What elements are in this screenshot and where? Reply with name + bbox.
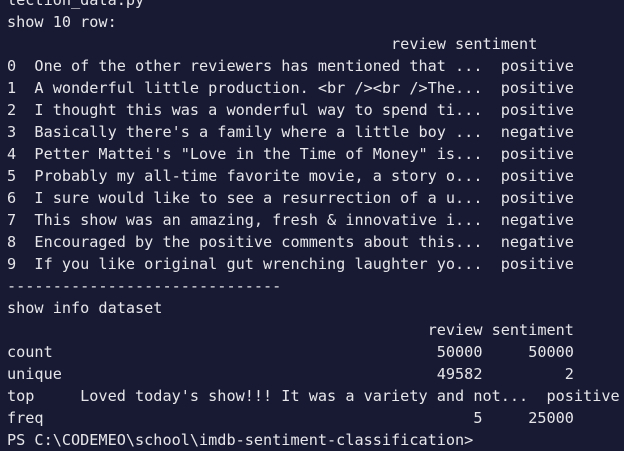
info-row-top: top Loved today's show!!! It was a varie… <box>7 387 620 405</box>
table-row: 9 If you like original gut wrenching lau… <box>7 255 574 273</box>
show-rows-heading: show 10 row: <box>7 13 117 31</box>
table-row: 7 This show was an amazing, fresh & inno… <box>7 211 574 229</box>
info-row-count: count 50000 50000 <box>7 343 574 361</box>
separator-line: ------------------------------ <box>7 277 282 295</box>
rows-table-header: review sentiment <box>7 35 538 53</box>
info-table-header: review sentiment <box>7 321 574 339</box>
table-row: 2 I thought this was a wonderful way to … <box>7 101 574 119</box>
table-row: 4 Petter Mattei's "Love in the Time of M… <box>7 145 574 163</box>
table-row: 8 Encouraged by the positive comments ab… <box>7 233 574 251</box>
table-row: 3 Basically there's a family where a lit… <box>7 123 574 141</box>
info-heading: show info dataset <box>7 299 163 317</box>
terminal-output[interactable]: lection_data.py show 10 row: review sent… <box>7 0 624 451</box>
script-name-line: lection_data.py <box>7 0 145 9</box>
shell-prompt[interactable]: PS C:\CODEMEO\school\imdb-sentiment-clas… <box>7 429 624 451</box>
table-row: 6 I sure would like to see a resurrectio… <box>7 189 574 207</box>
info-row-freq: freq 5 25000 <box>7 409 574 427</box>
table-row: 5 Probably my all-time favorite movie, a… <box>7 167 574 185</box>
info-row-unique: unique 49582 2 <box>7 365 574 383</box>
table-row: 0 One of the other reviewers has mention… <box>7 57 574 75</box>
table-row: 1 A wonderful little production. <br /><… <box>7 79 574 97</box>
